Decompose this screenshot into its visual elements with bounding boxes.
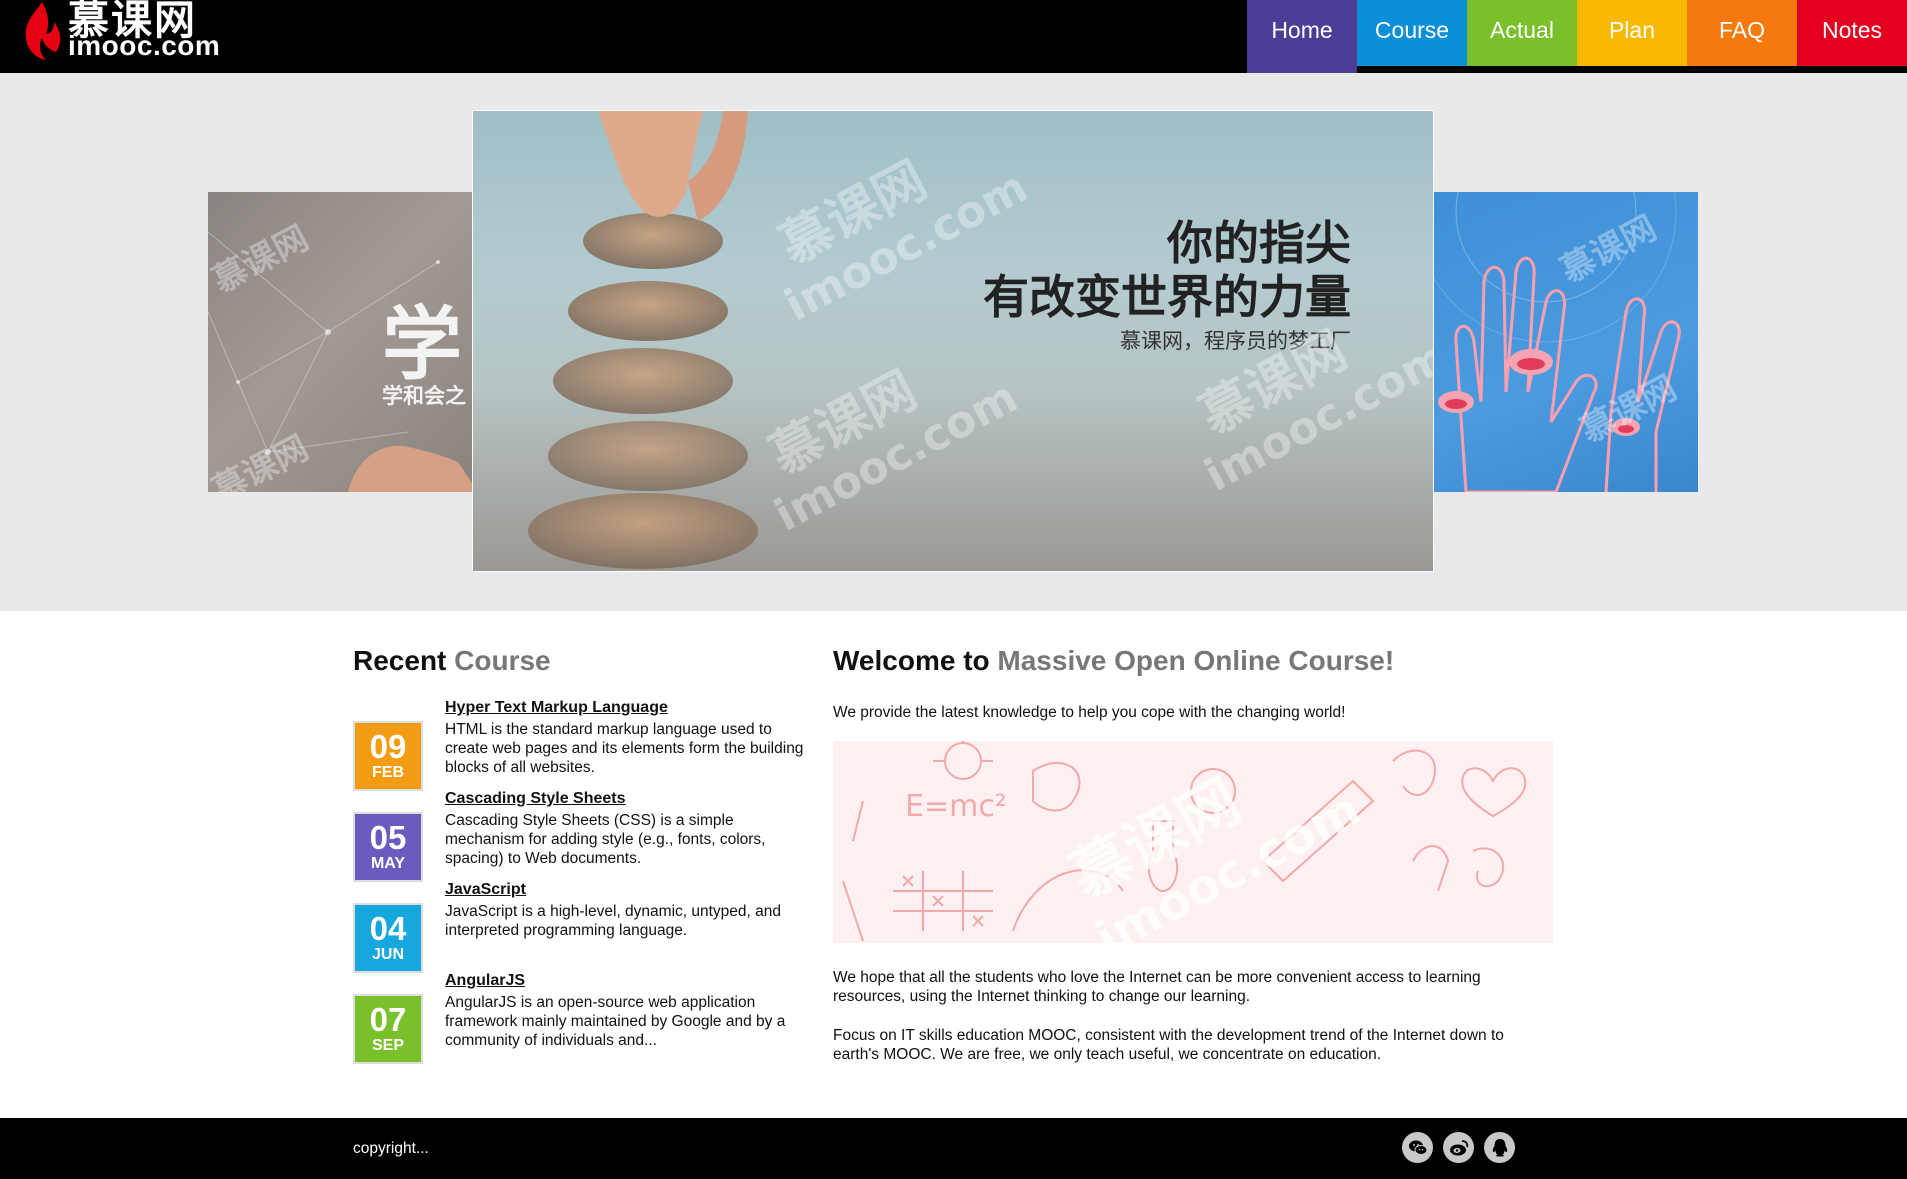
- course-date-month: MAY: [370, 855, 406, 872]
- course-item: 05 MAY Cascading Style Sheets Cascading …: [353, 790, 803, 882]
- carousel-slide-prev[interactable]: 学 学和会之 慕课网 慕课网: [208, 192, 478, 492]
- course-date-day: 09: [369, 728, 407, 765]
- welcome-lead-text: We provide the latest knowledge to help …: [833, 704, 1346, 721]
- course-date-badge: 04 JUN: [353, 903, 423, 973]
- site-header: 慕课网 imooc.com Home Course Actual Plan FA…: [0, 0, 1907, 73]
- wechat-icon[interactable]: [1402, 1132, 1433, 1163]
- nav-notes[interactable]: Notes: [1797, 0, 1907, 66]
- copyright-text: copyright...: [353, 1140, 429, 1157]
- course-item: 07 SEP AngularJS AngularJS is an open-so…: [353, 972, 803, 1064]
- recent-heading-main: Recent: [353, 645, 447, 676]
- course-item: 09 FEB Hyper Text Markup Language HTML i…: [353, 699, 804, 791]
- nav-actual[interactable]: Actual: [1467, 0, 1577, 66]
- qq-icon[interactable]: [1484, 1132, 1515, 1163]
- welcome-heading-main: Welcome to: [833, 645, 990, 676]
- doodle-formula-text: E=mc²: [905, 789, 1007, 824]
- course-date-badge: 07 SEP: [353, 994, 423, 1064]
- banner-carousel: 学 学和会之 慕课网 慕课网 慕课网 慕课网 你的指尖 有改变世界的力量 慕课网…: [0, 73, 1907, 611]
- site-footer: copyright...: [0, 1118, 1907, 1179]
- slide-prev-title: 学: [382, 298, 462, 391]
- course-date-month: JUN: [371, 946, 404, 963]
- course-description: Cascading Style Sheets (CSS) is a simple…: [445, 812, 766, 867]
- course-title-link[interactable]: JavaScript: [445, 881, 526, 899]
- course-date-day: 04: [369, 910, 407, 947]
- nav-plan[interactable]: Plan: [1577, 0, 1687, 66]
- welcome-doodle-image: E=mc² 慕课网 imooc.com: [833, 741, 1553, 943]
- slide-prev-subtitle: 学和会之: [382, 384, 466, 408]
- welcome-heading: Welcome to Massive Open Online Course!: [833, 645, 1394, 677]
- recent-course-heading: Recent Course: [353, 645, 551, 677]
- main-nav: Home Course Actual Plan FAQ Notes: [1247, 0, 1907, 73]
- carousel-slide-current[interactable]: 你的指尖 有改变世界的力量 慕课网，程序员的梦工厂 慕课网 imooc.com …: [472, 110, 1434, 572]
- recent-heading-accent: Course: [454, 645, 551, 676]
- course-date-day: 05: [369, 819, 407, 856]
- social-links: [1402, 1132, 1515, 1163]
- course-date-day: 07: [369, 1001, 407, 1038]
- course-description: AngularJS is an open-source web applicat…: [445, 994, 786, 1049]
- weibo-icon[interactable]: [1443, 1132, 1474, 1163]
- course-description: HTML is the standard markup language use…: [445, 721, 804, 776]
- course-item: 04 JUN JavaScript JavaScript is a high-l…: [353, 881, 803, 973]
- course-date-badge: 09 FEB: [353, 721, 423, 791]
- doodle-graphic: E=mc²: [842, 741, 1527, 942]
- carousel-slide-next[interactable]: 慕课网 慕课网: [1426, 192, 1698, 492]
- nav-course[interactable]: Course: [1357, 0, 1467, 66]
- slide-title-line2: 有改变世界的力量: [983, 270, 1351, 324]
- nav-home[interactable]: Home: [1247, 0, 1357, 73]
- logo-domain-text: imooc.com: [68, 30, 221, 61]
- course-title-link[interactable]: AngularJS: [445, 972, 525, 990]
- welcome-paragraph-2: Focus on IT skills education MOOC, consi…: [833, 1027, 1504, 1063]
- nav-faq[interactable]: FAQ: [1687, 0, 1797, 66]
- course-description: JavaScript is a high-level, dynamic, unt…: [445, 903, 782, 939]
- hands-graphic: [1426, 192, 1681, 492]
- course-date-month: SEP: [371, 1037, 404, 1054]
- qq-glyph: [1492, 1138, 1507, 1156]
- course-title-link[interactable]: Cascading Style Sheets: [445, 790, 626, 808]
- welcome-heading-accent: Massive Open Online Course!: [997, 645, 1395, 676]
- wechat-glyph: [1408, 1140, 1427, 1155]
- flame-logo-icon: [25, 2, 61, 60]
- main-content: Recent Course 09 FEB Hyper Text Markup L…: [0, 611, 1907, 1118]
- course-date-month: FEB: [372, 764, 404, 781]
- site-logo[interactable]: 慕课网 imooc.com: [20, 0, 230, 63]
- weibo-glyph: [1449, 1139, 1468, 1155]
- course-date-badge: 05 MAY: [353, 812, 423, 882]
- slide-subtitle: 慕课网，程序员的梦工厂: [1120, 329, 1351, 353]
- welcome-paragraph-1: We hope that all the students who love t…: [833, 969, 1481, 1005]
- course-title-link[interactable]: Hyper Text Markup Language: [445, 699, 668, 717]
